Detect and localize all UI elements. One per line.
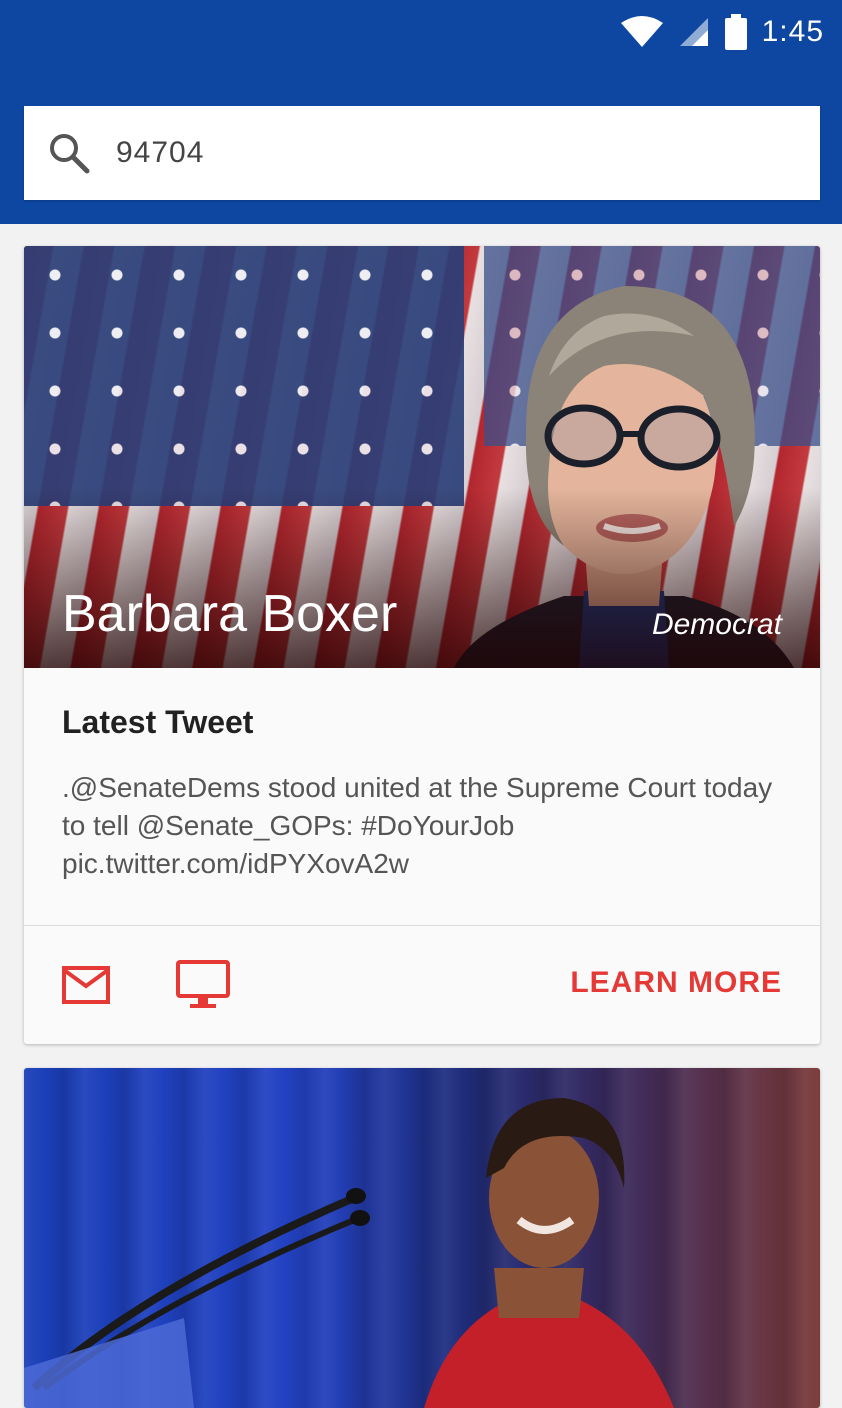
search-input[interactable] [114,135,718,171]
flag-stars [24,246,464,506]
learn-more-button[interactable]: LEARN MORE [570,966,782,1000]
mail-icon[interactable] [62,966,110,1004]
representative-photo [24,1068,820,1408]
app-header: 1:45 [0,0,842,224]
search-bar[interactable] [24,106,820,200]
search-icon[interactable] [24,131,114,175]
wifi-icon [620,16,663,47]
representative-name: Barbara Boxer [62,585,398,643]
latest-tweet-section: Latest Tweet .@SenateDems stood united a… [24,668,820,926]
representative-card [24,1068,820,1408]
representative-photo: Barbara Boxer Democrat [24,246,820,668]
monitor-icon[interactable] [176,960,230,1010]
status-time: 1:45 [761,15,824,48]
tweet-text: .@SenateDems stood united at the Supreme… [62,772,773,879]
speaker-figure [24,1098,674,1408]
battery-icon [724,14,747,50]
status-bar: 1:45 [620,10,824,54]
card-actions: LEARN MORE [24,926,820,1044]
party-label: Democrat [651,608,782,641]
latest-tweet-title: Latest Tweet [62,704,254,740]
representative-card: Barbara Boxer Democrat Latest Tweet .@Se… [24,246,820,1044]
cell-signal-icon [679,18,708,46]
